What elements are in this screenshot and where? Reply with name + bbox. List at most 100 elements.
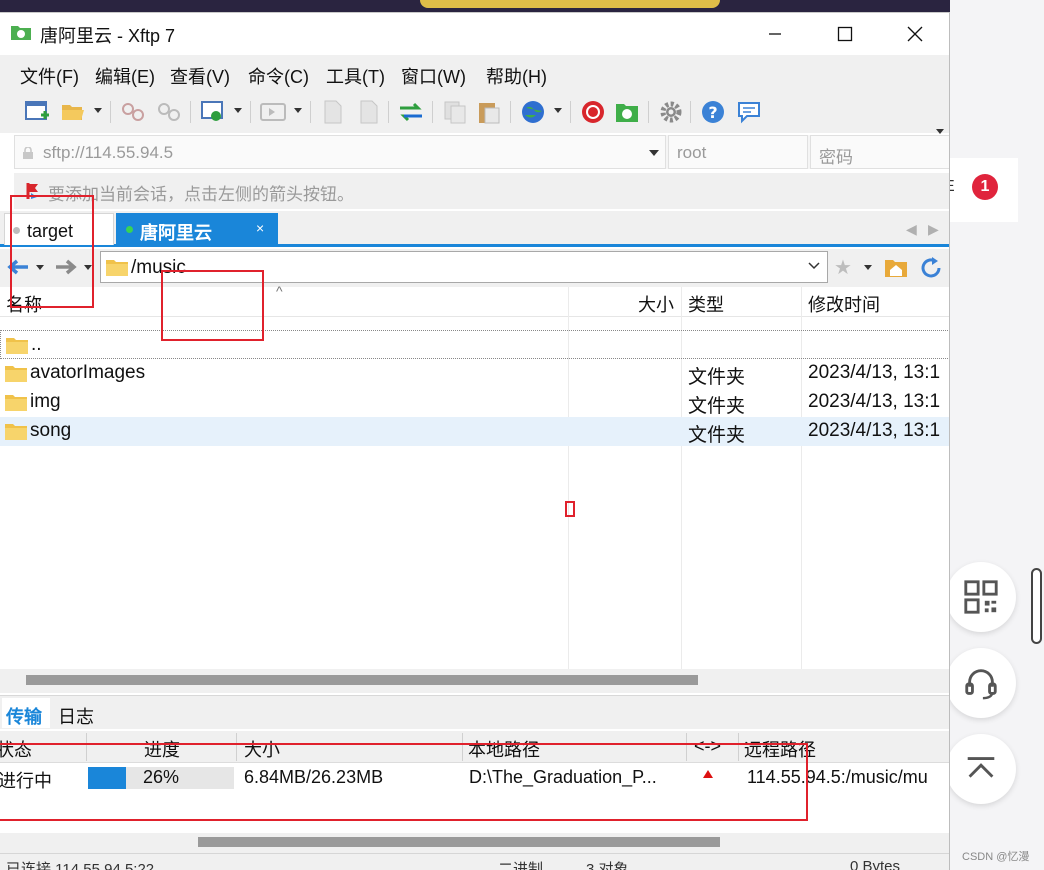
terminal-icon[interactable] bbox=[260, 99, 286, 125]
add-session-arrow-icon[interactable] bbox=[22, 181, 42, 201]
menu-tools[interactable]: 工具(T) bbox=[326, 63, 385, 89]
password-input[interactable]: 密码 bbox=[810, 135, 949, 169]
toolbar-overflow-icon[interactable] bbox=[936, 129, 944, 134]
page-scrollbar[interactable] bbox=[1031, 568, 1042, 644]
favorites-dropdown-icon[interactable] bbox=[864, 265, 872, 270]
globe-icon[interactable] bbox=[520, 99, 546, 125]
column-name[interactable]: 名称 bbox=[6, 291, 42, 317]
column-modified[interactable]: 修改时间 bbox=[808, 291, 880, 317]
notification-badge: 1 bbox=[972, 174, 998, 200]
open-dropdown-icon[interactable] bbox=[94, 108, 102, 113]
download-icon[interactable] bbox=[356, 99, 382, 125]
globe-dropdown-icon[interactable] bbox=[554, 108, 562, 113]
column-local-path[interactable]: 本地路径 bbox=[468, 736, 540, 762]
terminal-dropdown-icon[interactable] bbox=[294, 108, 302, 113]
session-properties-icon[interactable] bbox=[200, 99, 226, 125]
favorites-star-icon[interactable]: ★ bbox=[834, 255, 852, 280]
tab-label: 唐阿里云 bbox=[140, 223, 212, 243]
home-folder-icon[interactable] bbox=[884, 256, 908, 278]
settings-gear-icon[interactable] bbox=[658, 99, 684, 125]
folder-icon bbox=[106, 260, 128, 276]
menu-command[interactable]: 命令(C) bbox=[248, 63, 309, 89]
notification-card[interactable]: E 1 bbox=[944, 158, 1018, 222]
list-item[interactable]: img 文件夹 2023/4/13, 13:1 bbox=[0, 388, 949, 417]
list-item[interactable]: avatorImages 文件夹 2023/4/13, 13:1 bbox=[0, 359, 949, 388]
minimize-icon bbox=[769, 33, 781, 35]
remote-file-list: 名称 ^ 大小 类型 修改时间 .. avatorImages 文件夹 2023… bbox=[0, 283, 949, 669]
close-button[interactable] bbox=[892, 19, 938, 49]
watermark: CSDN @忆漫 bbox=[962, 851, 1030, 863]
host-input[interactable]: sftp://114.55.94.5 bbox=[14, 135, 666, 169]
paste-icon[interactable] bbox=[476, 99, 502, 125]
menu-file[interactable]: 文件(F) bbox=[20, 63, 79, 89]
scrollbar-thumb[interactable] bbox=[198, 837, 720, 847]
host-placeholder: sftp://114.55.94.5 bbox=[43, 143, 174, 162]
svg-text:?: ? bbox=[708, 103, 717, 122]
transfer-list-scrollbar[interactable] bbox=[0, 833, 949, 853]
transfer-sync-icon[interactable] bbox=[398, 99, 424, 125]
username-input[interactable]: root bbox=[668, 135, 808, 169]
tab-close-icon[interactable]: × bbox=[256, 220, 264, 236]
new-session-icon[interactable] bbox=[24, 99, 50, 125]
xftp-icon[interactable] bbox=[614, 99, 640, 125]
connection-status: 已连接 114.55.94.5:22 bbox=[6, 861, 155, 870]
chat-icon[interactable] bbox=[736, 99, 762, 125]
folder-icon bbox=[5, 424, 27, 440]
upload-icon[interactable] bbox=[320, 99, 346, 125]
column-type[interactable]: 类型 bbox=[688, 291, 724, 317]
column-status[interactable]: 状态 bbox=[0, 736, 32, 762]
toolbar: ? bbox=[0, 91, 949, 134]
tab-scroll-left-icon[interactable]: ◀ bbox=[906, 221, 917, 238]
column-size[interactable]: 大小 bbox=[638, 291, 674, 317]
tab-label: 日志 bbox=[58, 707, 94, 727]
xshell-icon[interactable] bbox=[580, 99, 606, 125]
forward-dropdown-icon[interactable] bbox=[84, 265, 92, 270]
menu-edit[interactable]: 编辑(E) bbox=[95, 63, 155, 89]
back-dropdown-icon[interactable] bbox=[36, 265, 44, 270]
reconnect-icon[interactable] bbox=[156, 99, 182, 125]
maximize-button[interactable] bbox=[822, 19, 868, 49]
scrollbar-thumb[interactable] bbox=[26, 675, 698, 685]
column-remote-path[interactable]: 远程路径 bbox=[744, 736, 816, 762]
object-count: 3 对象 bbox=[586, 861, 629, 870]
list-item[interactable]: song 文件夹 2023/4/13, 13:1 bbox=[0, 417, 949, 446]
qr-code-button[interactable] bbox=[946, 562, 1016, 632]
path-input[interactable]: /music bbox=[100, 251, 828, 283]
path-dropdown-icon[interactable] bbox=[807, 261, 821, 271]
help-icon[interactable]: ? bbox=[700, 99, 726, 125]
properties-dropdown-icon[interactable] bbox=[234, 108, 242, 113]
transfer-size: 6.84MB/26.23MB bbox=[244, 767, 384, 787]
open-folder-icon[interactable] bbox=[60, 99, 86, 125]
back-to-top-button[interactable] bbox=[946, 734, 1016, 804]
menu-window[interactable]: 窗口(W) bbox=[401, 63, 466, 89]
refresh-icon[interactable] bbox=[918, 255, 944, 281]
address-bar: sftp://114.55.94.5 root 密码 bbox=[14, 135, 949, 169]
tab-target[interactable]: target bbox=[4, 213, 114, 245]
forward-arrow-icon[interactable] bbox=[54, 258, 78, 276]
tab-aliyun[interactable]: 唐阿里云 × bbox=[116, 213, 278, 245]
maximize-icon bbox=[837, 26, 853, 42]
disconnect-icon[interactable] bbox=[120, 99, 146, 125]
transfer-row[interactable]: 进行中 26% 6.84MB/26.23MB D:\The_Graduation… bbox=[0, 763, 949, 793]
bottom-tabs: 传输 日志 bbox=[0, 695, 949, 729]
host-dropdown-icon[interactable] bbox=[649, 150, 659, 156]
menu-bar: 文件(F) 编辑(E) 查看(V) 命令(C) 工具(T) 窗口(W) 帮助(H… bbox=[0, 55, 949, 91]
file-list-scrollbar[interactable] bbox=[0, 669, 949, 693]
upload-direction-icon bbox=[703, 770, 713, 778]
copy-icon[interactable] bbox=[442, 99, 468, 125]
customer-service-button[interactable] bbox=[946, 648, 1016, 718]
tab-transfer[interactable]: 传输 bbox=[2, 698, 50, 728]
column-direction[interactable]: <-> bbox=[694, 736, 721, 757]
title-bar[interactable]: 唐阿里云 - Xftp 7 bbox=[0, 13, 949, 55]
username-placeholder: root bbox=[677, 143, 707, 162]
minimize-button[interactable] bbox=[752, 19, 798, 49]
back-arrow-icon[interactable] bbox=[6, 258, 30, 276]
tab-scroll-right-icon[interactable]: ▶ bbox=[928, 221, 939, 238]
column-progress[interactable]: 进度 bbox=[144, 736, 180, 762]
list-item-parent-dir[interactable]: .. bbox=[0, 330, 949, 359]
tab-log[interactable]: 日志 bbox=[54, 698, 102, 728]
menu-help[interactable]: 帮助(H) bbox=[486, 63, 547, 89]
column-size[interactable]: 大小 bbox=[244, 736, 280, 762]
xftp-window: 唐阿里云 - Xftp 7 文件(F) 编辑(E) 查看(V) 命令(C) 工具… bbox=[0, 12, 950, 870]
menu-view[interactable]: 查看(V) bbox=[170, 63, 230, 89]
